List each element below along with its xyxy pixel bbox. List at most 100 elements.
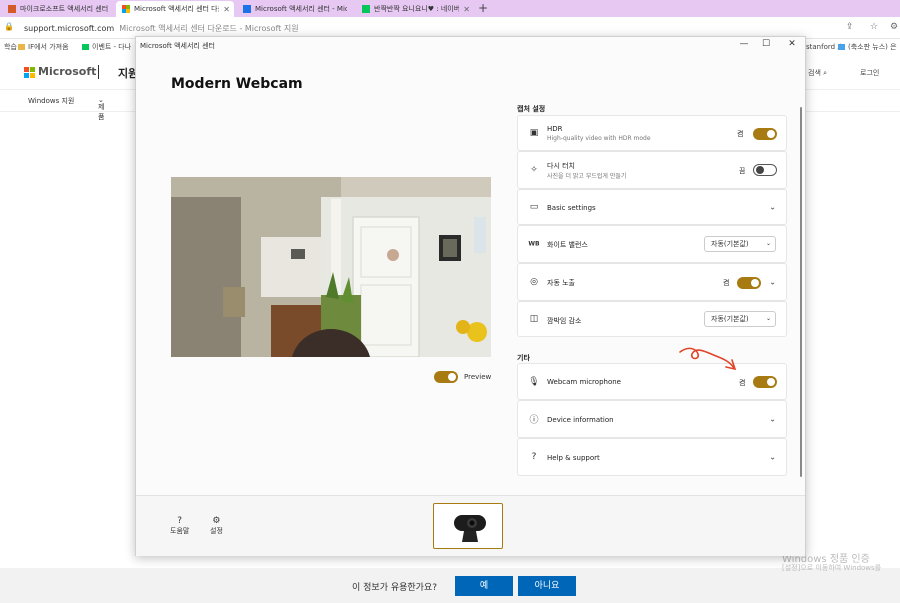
naver-favicon-icon [362, 5, 370, 13]
close-icon[interactable]: ✕ [782, 39, 802, 49]
bookmark-item[interactable]: (축소판 뉴스) 은 [838, 42, 897, 52]
help-support-row[interactable]: ? Help & support ⌄ [517, 438, 787, 476]
hdr-row: ▣ HDR High-quality video with HDR mode 켬 [517, 115, 787, 151]
chevron-down-icon: ⌄ [765, 240, 771, 247]
bookmark-favicon-icon [82, 44, 89, 50]
bookmark-item[interactable]: IF에서 가져옴 [18, 42, 69, 52]
feedback-no-button[interactable]: 아니요 [518, 576, 576, 596]
hdr-title: HDR [547, 125, 563, 133]
windows-activation-watermark-sub: [설정]으로 이동하여 Windows를 [782, 564, 882, 572]
maximize-icon[interactable]: ☐ [756, 39, 776, 49]
bookmark-label: IF에서 가져옴 [28, 43, 69, 51]
chevron-down-icon: ⌄ [769, 414, 776, 424]
white-balance-icon: WB [528, 240, 540, 248]
webcam-microphone-row: 🎙 Webcam microphone 켬 [517, 363, 787, 400]
browser-tab-bar: 마이크로소프트 액세서리 센터 Microsoft 액세서리 센터 다운로드 ✕… [0, 0, 900, 17]
auto-exposure-state: 켬 [723, 279, 730, 287]
search-link[interactable]: 검색 ⌕ [808, 68, 827, 78]
retouch-toggle[interactable] [753, 164, 777, 176]
device-information-row[interactable]: ⓘ Device information ⌄ [517, 400, 787, 438]
accessory-center-window: Microsoft 액세서리 센터 — ☐ ✕ Modern Webcam Pr… [135, 36, 806, 556]
preview-toggle-row: Preview [434, 371, 491, 383]
share-icon[interactable]: ⇪ [846, 22, 854, 32]
close-tab-icon[interactable]: ✕ [223, 5, 230, 14]
search-label: 검색 [808, 69, 821, 77]
lock-icon[interactable]: 🔒 [4, 22, 14, 31]
panel-scrollbar[interactable] [800, 107, 802, 477]
preview-toggle[interactable] [434, 371, 458, 383]
microsoft-logo-icon[interactable] [24, 67, 35, 78]
tab-title: 마이크로소프트 액세서리 센터 [20, 5, 109, 13]
bookmark-favicon-icon [838, 44, 845, 50]
device-thumbnail[interactable] [433, 503, 503, 549]
webcam-preview [171, 177, 491, 357]
exposure-icon: ◎ [530, 277, 538, 287]
browser-tab-3[interactable]: Microsoft 액세서리 센터 - Mic [237, 1, 351, 17]
flicker-reduction-value: 자동(기본값) [711, 315, 749, 323]
section-camera-settings: 캡처 설정 [517, 105, 546, 113]
app-bottom-bar: ? 도움말 ⚙ 설정 [136, 495, 805, 556]
url-field[interactable]: support.microsoft.com Microsoft 액세서리 센터 … [24, 23, 299, 34]
toggle-knob [767, 130, 775, 138]
favorites-icon[interactable]: ☆ [870, 22, 878, 32]
bookmark-label: 학습 [4, 43, 17, 51]
toggle-knob [756, 166, 764, 174]
basic-settings-title: Basic settings [547, 204, 596, 212]
webcam-microphone-toggle[interactable] [753, 376, 777, 388]
feedback-yes-button[interactable]: 예 [455, 576, 513, 596]
header-divider [98, 65, 99, 79]
bookmark-item[interactable]: 학습 [4, 42, 17, 52]
tab-title: Microsoft 액세서리 센터 다운로드 [134, 5, 219, 13]
settings-button[interactable]: ⚙ 설정 [210, 516, 223, 536]
close-tab-icon[interactable]: ✕ [463, 5, 470, 14]
tab-title: 반짝반짝 요니요니♥ : 네이버 블 [374, 5, 460, 13]
white-balance-title: 화이트 밸런스 [547, 241, 588, 249]
hdr-subtitle: High-quality video with HDR mode [547, 135, 651, 142]
webcam-microphone-title: Webcam microphone [547, 378, 621, 386]
device-name: Modern Webcam [171, 76, 303, 92]
sign-in-link[interactable]: 로그인 [860, 68, 879, 78]
section-other: 기타 [517, 354, 530, 362]
flicker-reduction-select[interactable]: 자동(기본값) ⌄ [704, 311, 776, 327]
help-support-title: Help & support [547, 454, 600, 462]
microsoft-brand[interactable]: Microsoft [38, 65, 96, 78]
tab-title: Microsoft 액세서리 센터 - Mic [255, 5, 347, 13]
device-information-title: Device information [547, 416, 614, 424]
chevron-down-icon: ⌄ [765, 315, 771, 322]
bookmark-item[interactable]: 이벤트 - 다나 [82, 42, 131, 52]
info-icon: ⓘ [529, 415, 539, 426]
microphone-icon: 🎙 [528, 376, 540, 387]
window-title: Microsoft 액세서리 센터 [140, 42, 215, 50]
chevron-down-icon[interactable]: ⌄ [769, 278, 776, 287]
preview-label: Preview [464, 373, 492, 381]
toggle-knob [751, 279, 759, 287]
minimize-icon[interactable]: — [734, 39, 754, 49]
basic-settings-row[interactable]: ▭ Basic settings ⌄ [517, 189, 787, 225]
magic-wand-icon: ✧ [530, 165, 538, 175]
tab-favicon-icon [8, 5, 16, 13]
settings-button-label: 설정 [210, 527, 223, 535]
auto-exposure-toggle[interactable] [737, 277, 761, 289]
hdr-toggle[interactable] [753, 128, 777, 140]
browser-tab-1[interactable]: 마이크로소프트 액세서리 센터 [2, 1, 114, 17]
auto-exposure-row: ◎ 자동 노출 켬 ⌄ [517, 263, 787, 301]
browser-tab-2[interactable]: Microsoft 액세서리 센터 다운로드 ✕ [116, 1, 234, 17]
retouch-subtitle: 사진을 더 밝고 부드럽게 만들기 [547, 173, 627, 180]
microsoft-favicon-icon [122, 5, 130, 13]
white-balance-select[interactable]: 자동(기본값) ⌄ [704, 236, 776, 252]
url-domain: support.microsoft.com [24, 24, 115, 33]
help-button[interactable]: ? 도움말 [170, 516, 189, 536]
browser-tab-4[interactable]: 반짝반짝 요니요니♥ : 네이버 블 ✕ [356, 1, 474, 17]
subnav-products[interactable]: 제품 ⌄ [98, 96, 104, 121]
retouch-state: 끔 [739, 167, 746, 175]
extensions-icon[interactable]: ⚙ [890, 22, 898, 32]
subnav-products-label: 제품 [98, 103, 105, 121]
new-tab-button[interactable]: + [478, 1, 488, 16]
white-balance-row: WB 화이트 밸런스 자동(기본값) ⌄ [517, 225, 787, 263]
subnav-windows-support[interactable]: Windows 지원 [28, 96, 74, 106]
chevron-down-icon: ⌄ [769, 452, 776, 462]
feedback-bar: 이 정보가 유용한가요? 예 아니요 [0, 568, 900, 603]
webcam-device-icon [454, 515, 486, 542]
webcam-preview-image [171, 177, 491, 357]
camera-icon: ▭ [529, 202, 539, 212]
